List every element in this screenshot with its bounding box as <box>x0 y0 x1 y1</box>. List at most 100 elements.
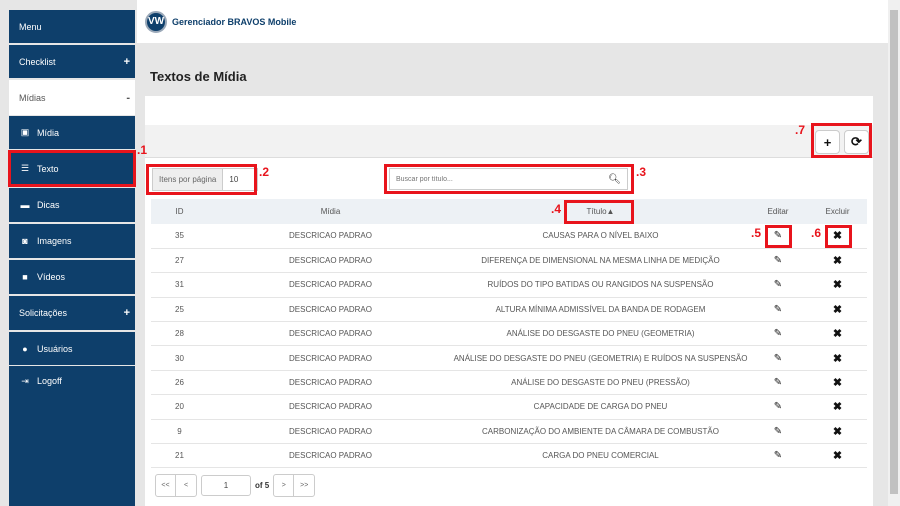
cell-id: 21 <box>151 443 208 469</box>
edit-icon[interactable]: ✎ <box>774 328 782 339</box>
sidebar-item-checklist[interactable]: Checklist + <box>9 45 135 78</box>
cell-midia: DESCRICAO PADRAO <box>208 345 453 371</box>
cell-id: 26 <box>151 370 208 396</box>
col-excluir: Excluir <box>808 199 867 224</box>
cell-midia: DESCRICAO PADRAO <box>208 321 453 347</box>
delete-icon[interactable]: ✖ <box>833 353 842 365</box>
delete-icon[interactable]: ✖ <box>833 304 842 316</box>
delete-cell: ✖ <box>808 321 867 347</box>
annotation-4: .4 <box>551 202 562 216</box>
cell-titulo: DIFERENÇA DE DIMENSIONAL NA MESMA LINHA … <box>453 248 748 274</box>
film-icon: ▣ <box>20 127 30 137</box>
edit-icon[interactable]: ✎ <box>774 377 782 388</box>
edit-icon[interactable]: ✎ <box>774 426 782 437</box>
sidebar-item-label: Vídeos <box>37 272 66 282</box>
next-page-button[interactable]: > <box>274 475 295 496</box>
cell-titulo: ANÁLISE DO DESGASTE DO PNEU (GEOMETRIA) … <box>453 345 748 371</box>
cell-id: 30 <box>151 345 208 371</box>
col-id[interactable]: ID <box>151 199 208 224</box>
delete-icon[interactable]: ✖ <box>833 255 842 267</box>
last-page-button[interactable]: >> <box>294 475 314 496</box>
sidebar-item-label: Dicas <box>37 200 60 210</box>
brand-name: Gerenciador BRAVOS Mobile <box>172 16 297 27</box>
delete-icon[interactable]: ✖ <box>833 426 842 438</box>
cell-midia: DESCRICAO PADRAO <box>208 297 453 323</box>
edit-icon[interactable]: ✎ <box>774 279 782 290</box>
table-row: 25 DESCRICAO PADRAO ALTURA MÍNIMA ADMISSÍV… <box>151 297 867 323</box>
delete-icon[interactable]: ✖ <box>833 279 842 291</box>
sidebar-item-logoff[interactable]: ⇥ Logoff <box>9 366 135 506</box>
delete-cell: ✖ <box>808 443 867 469</box>
collapse-icon[interactable]: - <box>126 92 130 104</box>
sidebar-item-dicas[interactable]: ▬ Dicas <box>9 188 135 222</box>
edit-cell: ✎ <box>748 248 808 274</box>
sidebar-item-label: Solicitações <box>19 308 68 318</box>
cell-id: 28 <box>151 321 208 347</box>
delete-icon[interactable]: ✖ <box>833 377 842 389</box>
delete-icon[interactable]: ✖ <box>833 401 842 413</box>
cell-id: 35 <box>151 224 208 249</box>
edit-cell: ✎ <box>748 272 808 298</box>
sidebar-item-label: Checklist <box>19 56 56 67</box>
vw-logo: VW <box>145 10 167 33</box>
edit-cell: ✎ <box>748 394 808 420</box>
page-title: Textos de Mídia <box>150 69 247 84</box>
sidebar-item-menu[interactable]: Menu <box>9 10 135 43</box>
sidebar-item-solicitacoes[interactable]: Solicitações + <box>9 296 135 330</box>
cell-id: 27 <box>151 248 208 274</box>
annotation-2: .2 <box>259 165 270 179</box>
col-editar: Editar <box>748 199 808 224</box>
delete-cell: ✖ <box>808 394 867 420</box>
header: VW Gerenciador BRAVOS Mobile <box>137 0 888 43</box>
delete-icon[interactable]: ✖ <box>833 328 842 340</box>
cell-midia: DESCRICAO PADRAO <box>208 443 453 469</box>
annotation-box-6 <box>825 225 852 248</box>
cell-titulo: ANÁLISE DO DESGASTE DO PNEU (PRESSÃO) <box>453 370 748 396</box>
annotation-box-5 <box>765 225 792 248</box>
col-midia[interactable]: Mídia <box>208 199 453 224</box>
cell-titulo: CARBONIZAÇÃO DO AMBIENTE DA CÂMARA DE CO… <box>453 419 748 445</box>
cell-id: 25 <box>151 297 208 323</box>
sidebar-item-midia[interactable]: ▣ Mídia <box>9 116 135 149</box>
expand-icon[interactable]: + <box>124 56 130 68</box>
cell-midia: DESCRICAO PADRAO <box>208 224 453 249</box>
table-row: 27 DESCRICAO PADRAO DIFERENÇA DE DIMENSION… <box>151 248 867 274</box>
edit-icon[interactable]: ✎ <box>774 255 782 266</box>
logout-icon: ⇥ <box>21 376 29 386</box>
annotation-box-2 <box>146 164 257 195</box>
sidebar-item-imagens[interactable]: ◙ Imagens <box>9 224 135 258</box>
delete-icon[interactable]: ✖ <box>833 450 842 462</box>
annotation-box-3 <box>384 164 634 194</box>
edit-cell: ✎ <box>748 321 808 347</box>
scrollbar-thumb[interactable] <box>890 10 898 494</box>
sidebar-item-videos[interactable]: ■ Vídeos <box>9 260 135 294</box>
user-icon: ● <box>22 343 28 354</box>
cell-midia: DESCRICAO PADRAO <box>208 419 453 445</box>
first-page-button[interactable]: << <box>156 475 176 496</box>
page-count: of 5 <box>255 481 270 490</box>
annotation-1: .1 <box>137 143 148 157</box>
cell-titulo: RUÍDOS DO TIPO BATIDAS OU RANGIDOS NA SU… <box>453 272 748 298</box>
sidebar-item-midias[interactable]: Mídias - <box>9 80 135 115</box>
edit-icon[interactable]: ✎ <box>774 304 782 315</box>
annotation-box-7 <box>811 123 872 158</box>
expand-icon[interactable]: + <box>124 307 130 319</box>
edit-icon[interactable]: ✎ <box>774 353 782 364</box>
edit-cell: ✎ <box>748 297 808 323</box>
sidebar-item-label: Usuários <box>37 343 73 354</box>
page-input[interactable]: 1 <box>201 475 251 496</box>
annotation-3: .3 <box>636 165 647 179</box>
delete-cell: ✖ <box>808 345 867 371</box>
edit-icon[interactable]: ✎ <box>774 450 782 461</box>
cell-id: 9 <box>151 419 208 445</box>
delete-cell: ✖ <box>808 248 867 274</box>
video-icon: ■ <box>22 272 28 282</box>
prev-page-button[interactable]: < <box>176 475 196 496</box>
annotation-box-1 <box>8 150 136 187</box>
sidebar-item-usuarios[interactable]: ● Usuários <box>9 332 135 365</box>
edit-icon[interactable]: ✎ <box>774 401 782 412</box>
table-row: 28 DESCRICAO PADRAO ANÁLISE DO DESGASTE DO… <box>151 321 867 347</box>
annotation-6: .6 <box>811 226 822 240</box>
delete-cell: ✖ <box>808 297 867 323</box>
table-row: 30 DESCRICAO PADRAO ANÁLISE DO DESGASTE DO… <box>151 345 867 371</box>
